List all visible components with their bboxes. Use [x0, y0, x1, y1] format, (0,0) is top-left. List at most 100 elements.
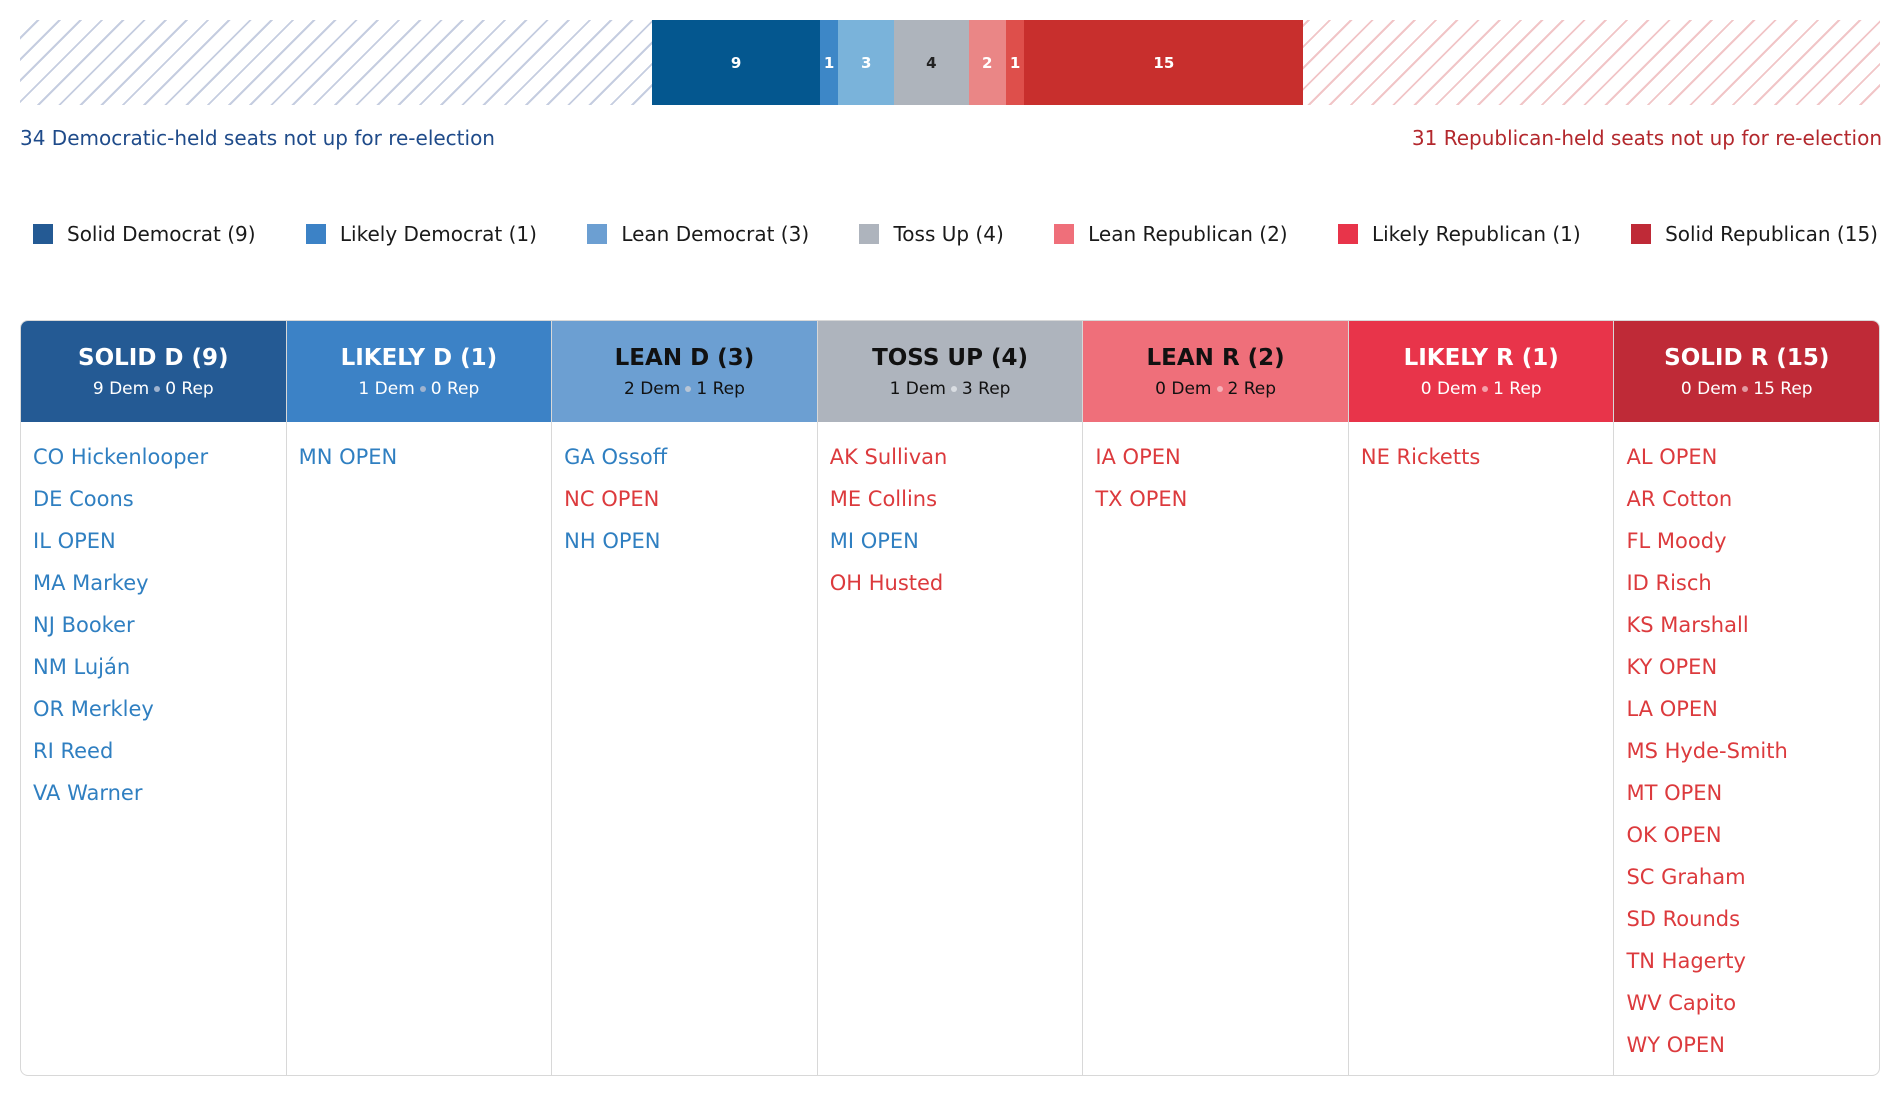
- race-item[interactable]: KS Marshall: [1626, 610, 1867, 652]
- legend-label: Lean Republican (2): [1088, 222, 1288, 246]
- race-item[interactable]: KY OPEN: [1626, 652, 1867, 694]
- race-item[interactable]: VA Warner: [33, 778, 274, 820]
- legend-item-likely-democrat: Likely Democrat (1): [305, 222, 537, 246]
- legend-swatch: [587, 224, 608, 244]
- column-header: TOSS UP (4) 1 Dem 3 Rep: [817, 321, 1083, 422]
- race-item[interactable]: NM Luján: [33, 652, 274, 694]
- column-title: LEAN D (3): [614, 344, 755, 371]
- column-title: TOSS UP (4): [872, 344, 1028, 371]
- race-item[interactable]: ID Risch: [1626, 568, 1867, 610]
- rep-count: 2 Rep: [1227, 378, 1277, 399]
- race-item[interactable]: OK OPEN: [1626, 820, 1867, 862]
- race-item[interactable]: NJ Booker: [33, 610, 274, 652]
- legend-label: Solid Republican (15): [1665, 222, 1878, 246]
- race-item[interactable]: LA OPEN: [1626, 694, 1867, 736]
- column-race-list: MN OPEN: [287, 422, 552, 484]
- seat-bar: 9 1 3 4 2 1 15: [20, 20, 1880, 105]
- bar-segment-value: 2: [981, 53, 993, 72]
- bar-segment-value: 15: [1153, 53, 1175, 72]
- race-item[interactable]: MI OPEN: [830, 526, 1071, 568]
- race-item[interactable]: WY OPEN: [1626, 1030, 1867, 1072]
- column-race-list: CO Hickenlooper DE Coons IL OPEN MA Markey N…: [21, 422, 286, 820]
- race-item[interactable]: NC OPEN: [564, 484, 805, 526]
- race-item[interactable]: NE Ricketts: [1361, 442, 1602, 484]
- column-lean-democrat: LEAN D (3) 2 Dem 1 Rep GA Ossoff NC OPEN NH O…: [552, 321, 818, 1075]
- race-item[interactable]: DE Coons: [33, 484, 274, 526]
- bar-segment-likely-democrat[interactable]: 1: [819, 20, 839, 105]
- rep-not-up-label: 31 Republican-held seats not up for re-e…: [1411, 126, 1882, 150]
- legend-item-likely-republican: Likely Republican (1): [1337, 222, 1581, 246]
- race-item[interactable]: MS Hyde-Smith: [1626, 736, 1867, 778]
- race-item[interactable]: OH Husted: [830, 568, 1071, 610]
- bar-segment-likely-republican[interactable]: 1: [1005, 20, 1025, 105]
- bar-segment-value: 3: [861, 53, 872, 72]
- separator-dot-icon: [685, 385, 692, 392]
- race-item[interactable]: ME Collins: [830, 484, 1071, 526]
- column-seat-split: 9 Dem 0 Rep: [93, 379, 214, 399]
- bar-segment-toss-up[interactable]: 4: [894, 20, 969, 105]
- race-item[interactable]: GA Ossoff: [564, 442, 805, 484]
- legend-item-solid-republican: Solid Republican (15): [1631, 222, 1878, 246]
- column-solid-republican: SOLID R (15) 0 Dem 15 Rep AL OPEN AR Cotton F…: [1614, 321, 1879, 1075]
- race-item[interactable]: AR Cotton: [1626, 484, 1867, 526]
- legend-label: Toss Up (4): [893, 222, 1004, 246]
- race-item[interactable]: CO Hickenlooper: [33, 442, 274, 484]
- bar-segment-lean-democrat[interactable]: 3: [838, 20, 895, 105]
- race-item[interactable]: TX OPEN: [1095, 484, 1336, 526]
- legend-item-toss-up: Toss Up (4): [859, 222, 1004, 246]
- legend-label: Likely Republican (1): [1371, 222, 1581, 246]
- race-item[interactable]: SC Graham: [1626, 862, 1867, 904]
- race-item[interactable]: MN OPEN: [299, 442, 540, 484]
- bar-segment-solid-republican[interactable]: 15: [1024, 20, 1304, 105]
- separator-dot-icon: [419, 385, 426, 392]
- legend-item-lean-republican: Lean Republican (2): [1054, 222, 1288, 246]
- rep-count: 1 Rep: [696, 378, 745, 399]
- race-item[interactable]: SD Rounds: [1626, 904, 1867, 946]
- column-likely-democrat: LIKELY D (1) 1 Dem 0 Rep MN OPEN: [286, 321, 553, 1075]
- race-item[interactable]: IA OPEN: [1095, 442, 1336, 484]
- column-title: SOLID D (9): [78, 344, 229, 371]
- column-header: LEAN D (3) 2 Dem 1 Rep: [552, 321, 817, 422]
- bar-segment-value: 1: [1009, 53, 1021, 72]
- column-header: LIKELY R (1) 0 Dem 1 Rep: [1348, 321, 1614, 422]
- column-seat-split: 0 Dem 2 Rep: [1155, 379, 1276, 399]
- separator-dot-icon: [1482, 385, 1489, 392]
- column-lean-republican: LEAN R (2) 0 Dem 2 Rep IA OPEN TX OPEN: [1083, 321, 1349, 1075]
- rep-count: 0 Rep: [430, 378, 480, 399]
- bar-segment-lean-republican[interactable]: 2: [968, 20, 1006, 105]
- separator-dot-icon: [950, 385, 957, 392]
- column-title: LIKELY R (1): [1403, 344, 1559, 371]
- race-item[interactable]: NH OPEN: [564, 526, 805, 568]
- dem-not-up-label: 34 Democratic-held seats not up for re-e…: [20, 126, 495, 150]
- race-item[interactable]: WV Capito: [1626, 988, 1867, 1030]
- bar-segment-solid-democrat[interactable]: 9: [652, 20, 820, 105]
- race-item[interactable]: MT OPEN: [1626, 778, 1867, 820]
- column-title: LIKELY D (1): [340, 344, 498, 371]
- dem-count: 9 Dem: [92, 378, 150, 399]
- separator-dot-icon: [1216, 385, 1223, 392]
- legend-item-solid-democrat: Solid Democrat (9): [33, 222, 256, 246]
- legend-swatch: [859, 224, 880, 244]
- dem-count: 1 Dem: [358, 378, 415, 399]
- legend-swatch: [305, 224, 326, 244]
- race-item[interactable]: MA Markey: [33, 568, 274, 610]
- column-header: LEAN R (2) 0 Dem 2 Rep: [1083, 321, 1348, 422]
- race-item[interactable]: IL OPEN: [33, 526, 274, 568]
- column-title: SOLID R (15): [1664, 344, 1830, 371]
- rep-count: 1 Rep: [1493, 378, 1542, 399]
- dem-not-up-hatch: [20, 20, 653, 105]
- race-item[interactable]: AK Sullivan: [830, 442, 1071, 484]
- column-likely-republican: LIKELY R (1) 0 Dem 1 Rep NE Ricketts: [1348, 321, 1615, 1075]
- legend-swatch: [1631, 224, 1652, 244]
- race-item[interactable]: RI Reed: [33, 736, 274, 778]
- race-item[interactable]: OR Merkley: [33, 694, 274, 736]
- bar-segment-value: 1: [823, 53, 835, 72]
- column-header: SOLID R (15) 0 Dem 15 Rep: [1614, 321, 1879, 422]
- column-seat-split: 1 Dem 0 Rep: [358, 379, 479, 399]
- race-item[interactable]: TN Hagerty: [1626, 946, 1867, 988]
- legend-swatch: [1054, 224, 1075, 244]
- column-seat-split: 0 Dem 1 Rep: [1421, 379, 1542, 399]
- race-item[interactable]: AL OPEN: [1626, 442, 1867, 484]
- bar-segment-value: 4: [926, 53, 937, 72]
- race-item[interactable]: FL Moody: [1626, 526, 1867, 568]
